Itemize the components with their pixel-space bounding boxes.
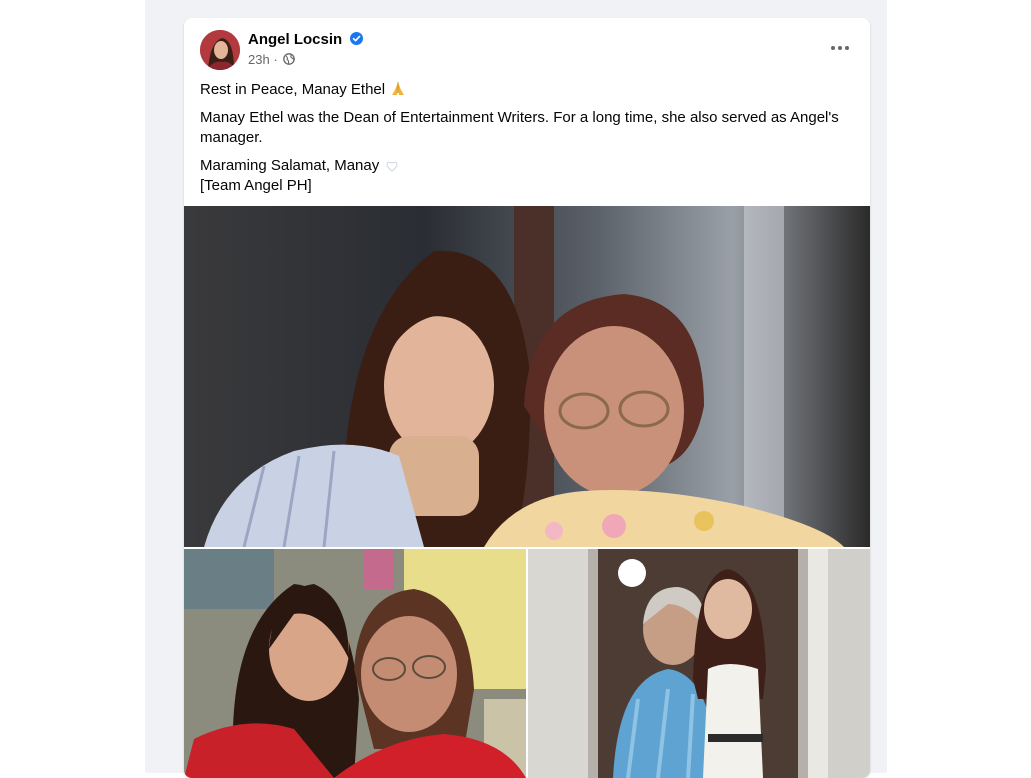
post-line-3a-text: Maraming Salamat, Manay bbox=[200, 157, 380, 174]
author-name[interactable]: Angel Locsin bbox=[248, 31, 364, 48]
more-options-icon bbox=[831, 46, 849, 50]
white-heart-emoji bbox=[386, 161, 398, 172]
more-options-button[interactable] bbox=[824, 36, 856, 60]
post-line-1-text: Rest in Peace, Manay Ethel bbox=[200, 81, 386, 98]
globe-icon[interactable] bbox=[283, 53, 296, 65]
timestamp[interactable]: 23h bbox=[248, 52, 270, 67]
post-photo-3[interactable] bbox=[528, 549, 870, 778]
post-text: Rest in Peace, Manay Ethel Manay Ethel w… bbox=[200, 80, 850, 204]
folded-hands-emoji bbox=[392, 82, 405, 95]
meta-separator: · bbox=[273, 52, 278, 67]
verified-badge-icon bbox=[350, 32, 364, 45]
post-meta: 23h · bbox=[248, 52, 296, 67]
post-line-2: Manay Ethel was the Dean of Entertainmen… bbox=[200, 109, 839, 146]
post-line-3b-text: [Team Angel PH] bbox=[200, 177, 312, 194]
author-name-text[interactable]: Angel Locsin bbox=[248, 31, 342, 48]
post-photo-2[interactable] bbox=[184, 549, 526, 778]
post-card: Angel Locsin 23h · Rest in Peace, Manay … bbox=[184, 18, 870, 778]
post-line-3: Maraming Salamat, Manay [Team Angel PH] bbox=[200, 156, 850, 196]
post-photo-main[interactable] bbox=[184, 206, 870, 547]
avatar[interactable] bbox=[200, 30, 240, 70]
post-line-1: Rest in Peace, Manay Ethel bbox=[200, 80, 850, 100]
